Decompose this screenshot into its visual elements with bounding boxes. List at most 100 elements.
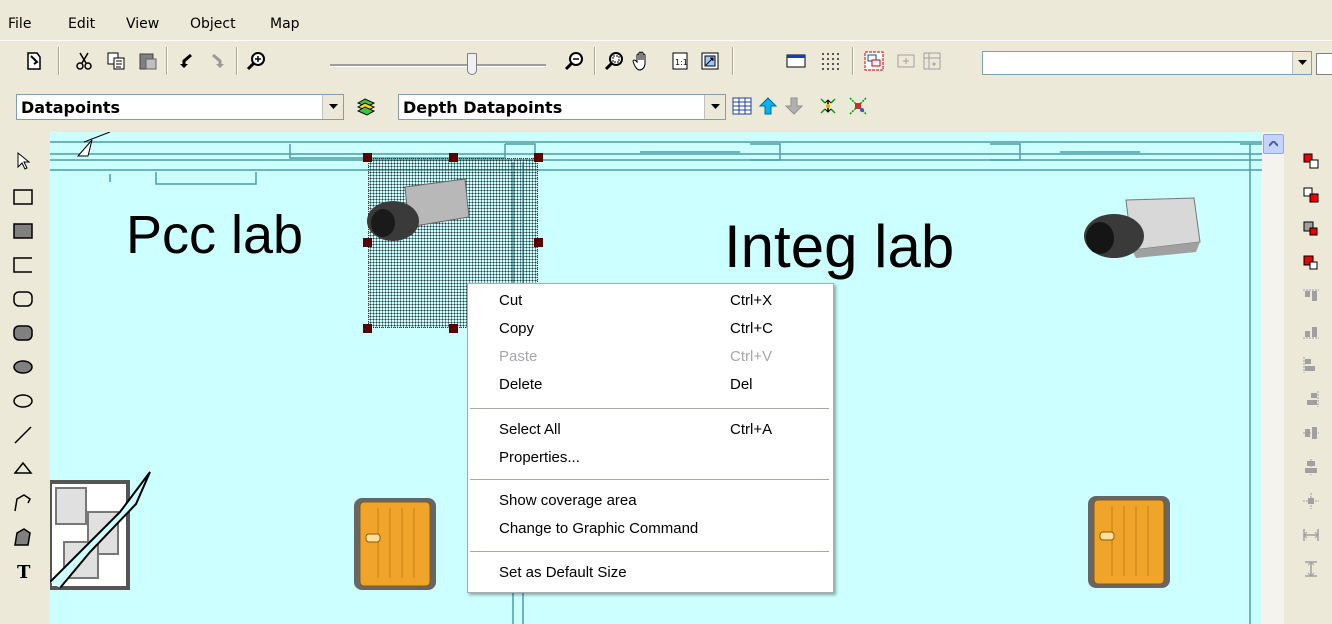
- bring-to-front-icon[interactable]: [1298, 148, 1324, 174]
- align-bottom-icon[interactable]: [1298, 318, 1324, 344]
- datapoint-type-value: Depth Datapoints: [403, 98, 563, 117]
- align-left-icon[interactable]: [1298, 352, 1324, 378]
- menu-edit[interactable]: Edit: [68, 16, 95, 32]
- menu-view[interactable]: View: [126, 16, 159, 32]
- rounded-rectangle-icon[interactable]: [10, 286, 36, 312]
- ungroup-icon[interactable]: [894, 49, 918, 73]
- menu-separator: [470, 408, 829, 409]
- group-icon[interactable]: [862, 49, 886, 73]
- align-right-icon[interactable]: [1298, 386, 1324, 412]
- menu-item-shortcut: Ctrl+C: [730, 320, 773, 337]
- resize-handle-sw[interactable]: [363, 324, 372, 333]
- layers-icon[interactable]: [354, 94, 378, 118]
- zoom-slider-thumb[interactable]: [467, 53, 477, 75]
- resize-handle-nw[interactable]: [363, 153, 372, 162]
- chevron-down-icon: [710, 104, 720, 109]
- resize-handle-n[interactable]: [449, 153, 458, 162]
- context-menu-item-change-to-graphic-command[interactable]: Change to Graphic Command: [468, 516, 833, 542]
- menu-item-label: Select All: [499, 421, 561, 438]
- actual-size-icon[interactable]: 1:1: [668, 49, 692, 73]
- new-icon[interactable]: [22, 49, 46, 73]
- context-menu-item-delete[interactable]: Delete Del: [468, 372, 833, 398]
- zoom-slider[interactable]: [330, 53, 546, 77]
- zoom-in-icon[interactable]: [244, 49, 268, 73]
- move-down-icon[interactable]: [782, 94, 806, 118]
- menu-map[interactable]: Map: [270, 16, 300, 32]
- zoom-window-icon[interactable]: [602, 49, 626, 73]
- align-middle-icon[interactable]: [1298, 420, 1324, 446]
- menu-file[interactable]: File: [8, 16, 31, 32]
- context-menu-item-cut[interactable]: Cut Ctrl+X: [468, 288, 833, 314]
- layer-combo-dropdown-button[interactable]: [322, 95, 343, 119]
- scroll-up-button[interactable]: [1263, 134, 1284, 154]
- menu-item-label: Set as Default Size: [499, 564, 627, 581]
- canvas-vertical-scrollbar[interactable]: [1262, 132, 1284, 624]
- collapse-datapoints-icon[interactable]: [846, 94, 870, 118]
- polyline-icon[interactable]: [10, 490, 36, 516]
- distribute-datapoints-icon[interactable]: [816, 94, 840, 118]
- map-search-combo[interactable]: [982, 51, 1312, 75]
- text-icon[interactable]: T: [10, 558, 36, 584]
- context-menu: Cut Ctrl+X Copy Ctrl+C Paste Ctrl+V Dele…: [467, 283, 834, 593]
- align-top-icon[interactable]: [1298, 284, 1324, 310]
- align-center-icon[interactable]: [1298, 454, 1324, 480]
- menu-separator: [470, 479, 829, 480]
- datapoint-type-dropdown-button[interactable]: [704, 95, 725, 119]
- rectangle-icon[interactable]: [10, 184, 36, 210]
- pan-hand-icon[interactable]: [630, 49, 654, 73]
- resize-handle-w[interactable]: [363, 238, 372, 247]
- context-menu-item-paste[interactable]: Paste Ctrl+V: [468, 344, 833, 370]
- pointer-icon[interactable]: [10, 148, 36, 174]
- send-backward-icon[interactable]: [1298, 250, 1324, 276]
- door-icon[interactable]: [352, 496, 438, 592]
- menu-item-shortcut: Ctrl+V: [730, 348, 773, 365]
- datapoint-type-combo[interactable]: Depth Datapoints: [398, 94, 726, 120]
- resize-handle-ne[interactable]: [534, 153, 543, 162]
- table-view-icon[interactable]: [1316, 53, 1332, 75]
- menu-item-label: Cut: [499, 292, 523, 309]
- filled-polygon-icon[interactable]: [10, 524, 36, 550]
- bring-forward-icon[interactable]: [1298, 216, 1324, 242]
- context-menu-item-show-coverage-area[interactable]: Show coverage area: [468, 488, 833, 514]
- ellipse-icon[interactable]: [10, 388, 36, 414]
- menu-object[interactable]: Object: [190, 16, 236, 32]
- same-height-icon[interactable]: [1298, 556, 1324, 582]
- open-rectangle-icon[interactable]: [10, 252, 36, 278]
- layer-combo[interactable]: Datapoints: [16, 94, 344, 120]
- filled-ellipse-icon[interactable]: [10, 354, 36, 380]
- context-menu-item-properties[interactable]: Properties...: [468, 445, 833, 471]
- context-menu-item-set-as-default-size[interactable]: Set as Default Size: [468, 560, 833, 586]
- single-layer-icon[interactable]: [784, 49, 808, 73]
- room-label-pcc-lab: Pcc lab: [126, 205, 304, 265]
- redo-icon[interactable]: [206, 49, 230, 73]
- table-layout-icon[interactable]: [920, 49, 944, 73]
- grid-icon[interactable]: [818, 49, 842, 73]
- menu-item-shortcut: Del: [730, 376, 753, 393]
- camera-icon[interactable]: [1076, 192, 1206, 272]
- chevron-down-icon: [1297, 60, 1307, 65]
- fit-page-icon[interactable]: [698, 49, 722, 73]
- move-up-icon[interactable]: [756, 94, 780, 118]
- door-icon[interactable]: [1086, 494, 1172, 590]
- menu-item-label: Change to Graphic Command: [499, 520, 699, 537]
- context-menu-item-select-all[interactable]: Select All Ctrl+A: [468, 417, 833, 443]
- line-icon[interactable]: [10, 422, 36, 448]
- context-menu-item-copy[interactable]: Copy Ctrl+C: [468, 316, 833, 342]
- polygon-icon[interactable]: [10, 456, 36, 482]
- send-to-back-icon[interactable]: [1298, 182, 1324, 208]
- copy-icon[interactable]: [104, 49, 128, 73]
- cut-icon[interactable]: [72, 49, 96, 73]
- map-search-dropdown-button[interactable]: [1292, 52, 1311, 74]
- resize-handle-s[interactable]: [449, 324, 458, 333]
- datapoint-table-icon[interactable]: [730, 94, 754, 118]
- undo-icon[interactable]: [174, 49, 198, 73]
- paste-icon[interactable]: [136, 49, 160, 73]
- resize-handle-e[interactable]: [534, 238, 543, 247]
- same-width-icon[interactable]: [1298, 522, 1324, 548]
- menu-item-shortcut: Ctrl+A: [730, 421, 773, 438]
- center-both-icon[interactable]: [1298, 488, 1324, 514]
- zoom-out-icon[interactable]: [562, 49, 586, 73]
- menu-bar: File Edit View Object Map: [0, 0, 1332, 38]
- filled-rectangle-icon[interactable]: [10, 218, 36, 244]
- filled-rounded-rectangle-icon[interactable]: [10, 320, 36, 346]
